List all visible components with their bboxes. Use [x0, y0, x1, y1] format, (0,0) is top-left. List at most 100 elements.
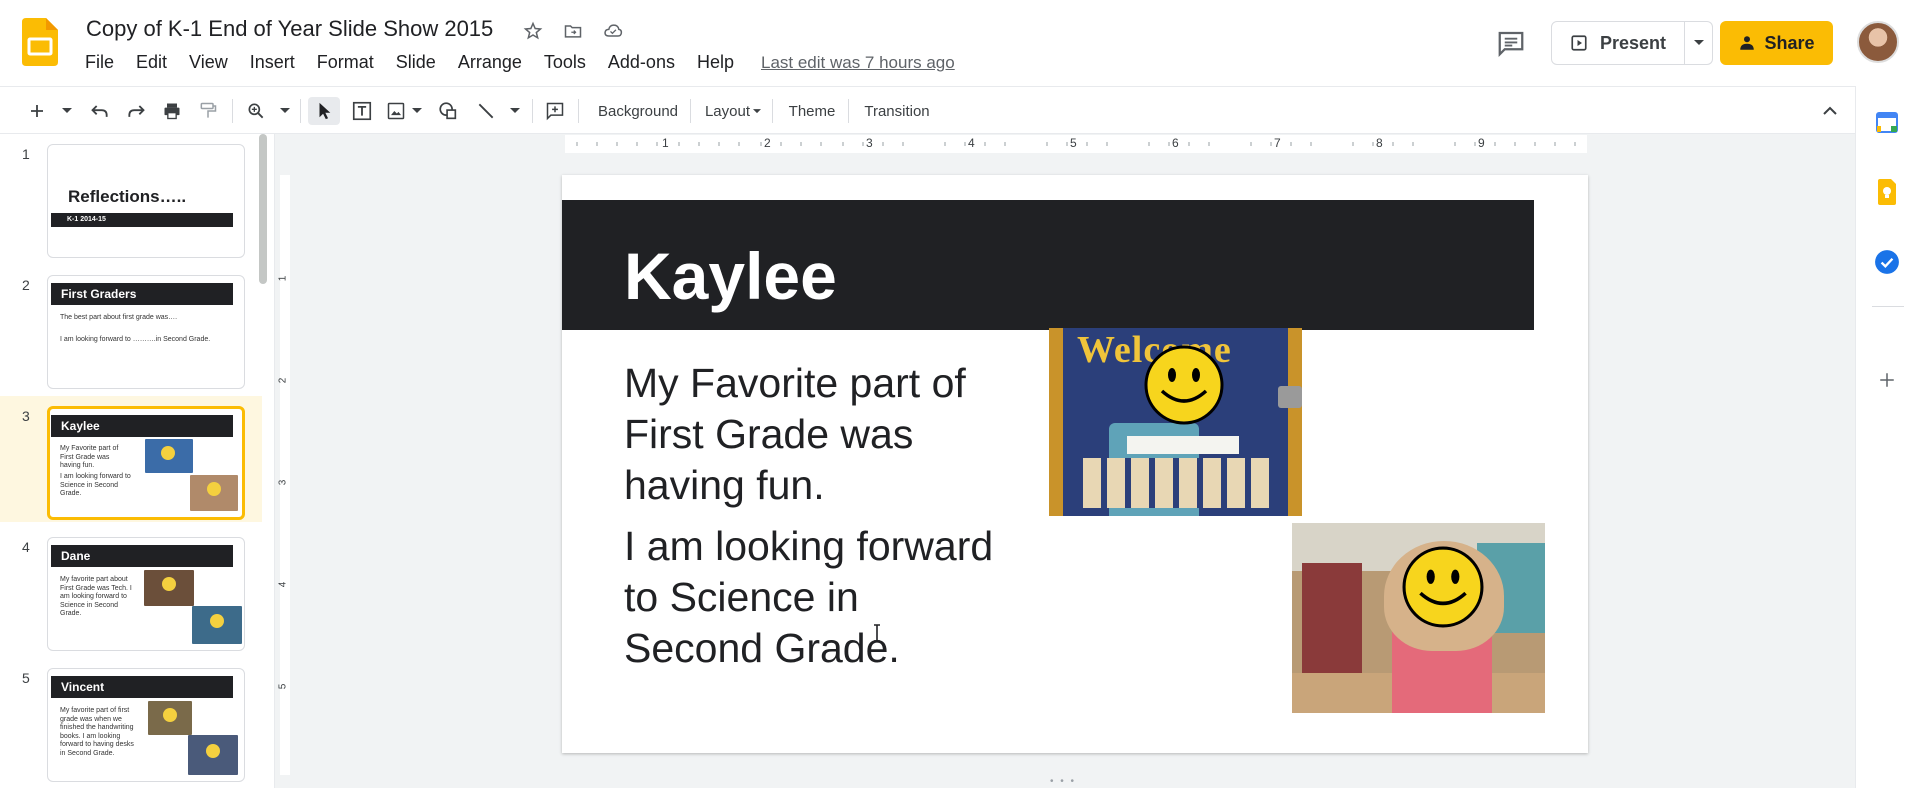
ruler-label: 5: [1070, 136, 1077, 150]
ruler-label: 2: [764, 136, 771, 150]
text-line: having fun.: [624, 462, 825, 508]
select-tool-icon[interactable]: [308, 97, 340, 125]
insert-image-caret-icon[interactable]: [410, 97, 424, 125]
slide-thumbnail-selected[interactable]: Kaylee My Favorite part of First Grade w…: [47, 406, 245, 520]
present-icon: [1571, 35, 1587, 51]
menu-bar: File Edit View Insert Format Slide Arran…: [74, 52, 955, 73]
slide-title[interactable]: Kaylee: [624, 238, 837, 314]
menu-slide[interactable]: Slide: [385, 52, 447, 73]
slide-thumbnail[interactable]: Reflections….. K-1 2014-15: [47, 144, 245, 258]
print-icon[interactable]: [160, 97, 184, 125]
slide-filmstrip: 1 Reflections….. K-1 2014-15 2 First Gra…: [0, 134, 275, 788]
lock-person-icon: [1740, 36, 1755, 50]
menu-format[interactable]: Format: [306, 52, 385, 73]
slide-number: 3: [22, 408, 30, 424]
text-box-icon[interactable]: [350, 97, 374, 125]
horizontal-ruler[interactable]: 1 2 3 4 5 6 7 8 9: [565, 135, 1587, 153]
cloud-status-icon[interactable]: [600, 18, 626, 44]
insert-image-icon[interactable]: [385, 97, 407, 125]
title-bar: Kaylee: [562, 200, 1534, 330]
move-folder-icon[interactable]: [560, 18, 586, 44]
filmstrip-slide-2[interactable]: 2 First Graders The best part about firs…: [0, 265, 262, 391]
line-tool-icon[interactable]: [474, 97, 498, 125]
undo-icon[interactable]: [88, 97, 112, 125]
keep-icon[interactable]: [1873, 178, 1901, 206]
vertical-ruler[interactable]: 1 2 3 4 5: [277, 175, 290, 775]
account-avatar[interactable]: [1857, 21, 1899, 63]
filmstrip-slide-4[interactable]: 4 Dane My favorite part about First Grad…: [0, 527, 262, 653]
thumb-photo: [188, 735, 238, 775]
slide-body-paragraph-1[interactable]: My Favorite part of First Grade was havi…: [624, 358, 966, 511]
current-slide[interactable]: Kaylee My Favorite part of First Grade w…: [562, 175, 1588, 753]
slides-logo-icon[interactable]: [22, 18, 58, 66]
ruler-label: 9: [1478, 136, 1485, 150]
background-button[interactable]: Background: [588, 97, 688, 125]
theme-button[interactable]: Theme: [782, 97, 842, 125]
share-button[interactable]: Share: [1720, 21, 1833, 65]
get-add-ons-icon[interactable]: [1873, 366, 1901, 394]
comment-history-icon[interactable]: [1496, 28, 1526, 58]
menu-add-ons[interactable]: Add-ons: [597, 52, 686, 73]
thumb-photo: [144, 570, 194, 606]
thumb-title: Kaylee: [51, 415, 233, 437]
ruler-label: 3: [277, 479, 289, 486]
menu-view[interactable]: View: [178, 52, 239, 73]
present-button[interactable]: Present: [1551, 21, 1685, 65]
share-label: Share: [1764, 32, 1815, 53]
last-edit-link[interactable]: Last edit was 7 hours ago: [761, 53, 955, 73]
star-icon[interactable]: [520, 18, 546, 44]
menu-edit[interactable]: Edit: [125, 52, 178, 73]
thumb-title: First Graders: [51, 283, 233, 305]
app-header: Copy of K-1 End of Year Slide Show 2015 …: [0, 0, 1920, 86]
smiley-face-icon: [1402, 546, 1484, 628]
ruler-label: 1: [662, 136, 669, 150]
slide-number: 2: [22, 277, 30, 293]
redo-icon[interactable]: [124, 97, 148, 125]
filmstrip-slide-1[interactable]: 1 Reflections….. K-1 2014-15: [0, 134, 262, 260]
shape-icon[interactable]: [436, 97, 460, 125]
text-line: First Grade was: [624, 411, 914, 457]
new-slide-icon[interactable]: [26, 97, 48, 125]
filmstrip-slide-5[interactable]: 5 Vincent My favorite part of first grad…: [0, 658, 262, 784]
document-title[interactable]: Copy of K-1 End of Year Slide Show 2015: [86, 16, 493, 42]
calendar-icon[interactable]: [1873, 108, 1901, 136]
thumb-photo: [148, 701, 192, 735]
thumb-body-line: I am looking forward to ……….in Second Gr…: [60, 336, 211, 343]
zoom-caret-icon[interactable]: [278, 97, 292, 125]
ruler-label: 8: [1376, 136, 1383, 150]
ruler-label: 2: [277, 377, 289, 384]
add-comment-icon[interactable]: [543, 97, 567, 125]
caret-down-icon: [1693, 40, 1704, 45]
slide-photo-classroom[interactable]: [1292, 523, 1545, 713]
menu-tools[interactable]: Tools: [533, 52, 597, 73]
menu-insert[interactable]: Insert: [239, 52, 306, 73]
filmstrip-scrollbar[interactable]: [259, 134, 267, 284]
slide-thumbnail[interactable]: First Graders The best part about first …: [47, 275, 245, 389]
slide-thumbnail[interactable]: Dane My favorite part about First Grade …: [47, 537, 245, 651]
speaker-notes-handle[interactable]: • • •: [1050, 776, 1076, 787]
slide-thumbnail[interactable]: Vincent My favorite part of first grade …: [47, 668, 245, 782]
tasks-icon[interactable]: [1873, 248, 1901, 276]
zoom-icon[interactable]: [244, 97, 268, 125]
paint-format-icon[interactable]: [196, 97, 220, 125]
layout-button[interactable]: Layout: [700, 97, 766, 125]
menu-file[interactable]: File: [74, 52, 125, 73]
line-caret-icon[interactable]: [508, 97, 522, 125]
present-options-button[interactable]: [1685, 21, 1713, 65]
menu-arrange[interactable]: Arrange: [447, 52, 533, 73]
slide-photo-welcome[interactable]: Welcome: [1049, 328, 1302, 516]
slide-number: 4: [22, 539, 30, 555]
thumb-body-line: My Favorite part of First Grade was havi…: [60, 445, 119, 469]
thumb-body-line: My favorite part about First Grade was T…: [60, 576, 132, 617]
slide-number: 1: [22, 146, 30, 162]
transition-button[interactable]: Transition: [858, 97, 936, 125]
thumb-body-line: I am looking forward to Science in Secon…: [60, 473, 131, 497]
filmstrip-slide-3[interactable]: 3 Kaylee My Favorite part of First Grade…: [0, 396, 262, 522]
toolbar: Background Layout Theme Transition: [0, 86, 1855, 134]
slide-body-paragraph-2[interactable]: I am looking forward to Science in Secon…: [624, 521, 993, 674]
collapse-toolbar-icon[interactable]: [1818, 97, 1842, 125]
menu-help[interactable]: Help: [686, 52, 745, 73]
new-slide-layout-caret-icon[interactable]: [60, 97, 74, 125]
ruler-label: 4: [968, 136, 975, 150]
thumb-title: Vincent: [51, 676, 233, 698]
